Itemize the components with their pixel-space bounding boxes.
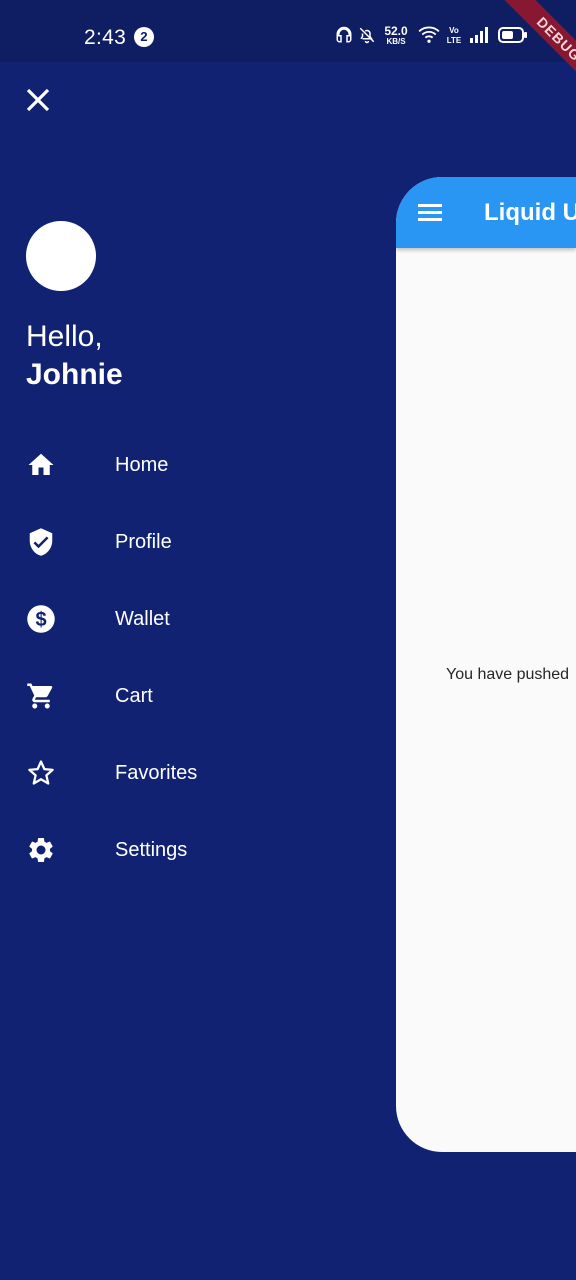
verified-shield-icon: [29, 528, 53, 556]
menu-icon[interactable]: [417, 201, 443, 223]
debug-banner: DEBUG: [466, 0, 576, 110]
svg-text:$: $: [35, 609, 46, 631]
avatar: [26, 221, 96, 291]
menu-item-label: Profile: [115, 531, 172, 553]
bell-off-icon: [359, 27, 375, 44]
menu-item-cart[interactable]: Cart: [0, 657, 380, 734]
star-outline-icon: [28, 760, 54, 785]
menu-item-favorites[interactable]: Favorites: [0, 734, 380, 811]
cart-icon: [27, 683, 53, 709]
menu-item-label: Favorites: [115, 762, 198, 784]
wifi-icon: [418, 26, 440, 43]
menu-item-profile[interactable]: Profile: [0, 503, 380, 580]
notification-count-badge: 2: [134, 27, 154, 47]
network-speed-unit: KB/S: [386, 37, 406, 46]
debug-label: DEBUG: [498, 0, 576, 100]
menu-item-wallet[interactable]: $ Wallet: [0, 580, 380, 657]
dollar-coin-icon: $: [27, 605, 55, 633]
status-time: 2:43: [84, 26, 127, 49]
main-content-card[interactable]: Liquid Ui You have pushed: [396, 177, 576, 1152]
counter-text: You have pushed: [446, 666, 570, 683]
volte-label-top: Vo: [449, 26, 459, 35]
network-speed: 52.0 KB/S: [382, 25, 410, 46]
menu-item-label: Cart: [115, 685, 153, 707]
volte-label-bottom: LTE: [446, 36, 462, 45]
app-bar: Liquid Ui: [396, 177, 576, 248]
menu-item-label: Home: [115, 454, 169, 476]
menu-item-label: Settings: [115, 839, 188, 861]
menu-item-home[interactable]: Home: [0, 426, 380, 503]
status-bar: 2:43 2 52.0 KB/S Vo LTE DEBUG: [0, 0, 576, 100]
app-title: Liquid Ui: [484, 199, 576, 226]
drawer-menu: Home Profile $ Wallet Cart Favorites Set…: [0, 426, 380, 888]
menu-item-label: Wallet: [115, 608, 170, 630]
username: Johnie: [26, 358, 123, 391]
volte-indicator: Vo LTE: [446, 26, 462, 46]
close-icon[interactable]: [22, 84, 54, 116]
greeting-text: Hello,: [26, 320, 103, 353]
headset-icon: [336, 26, 352, 43]
network-speed-value: 52.0: [384, 24, 408, 38]
gear-icon: [29, 837, 53, 862]
home-icon: [28, 453, 54, 475]
menu-item-settings[interactable]: Settings: [0, 811, 380, 888]
